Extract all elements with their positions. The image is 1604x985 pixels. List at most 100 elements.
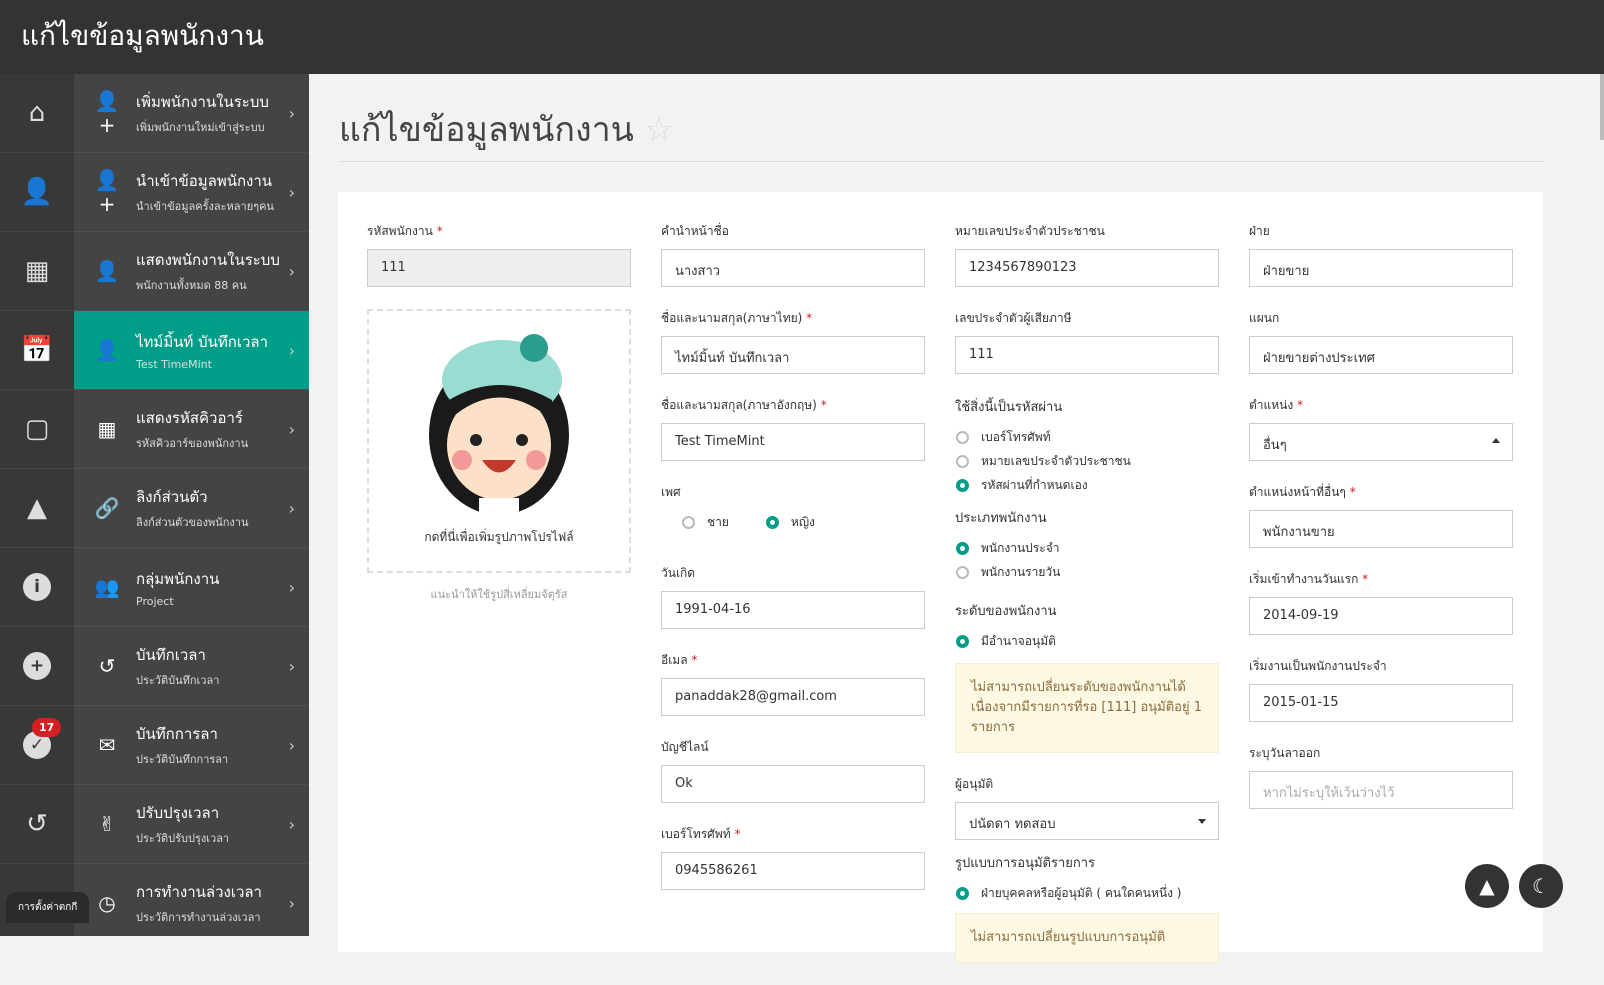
gender-male-radio[interactable]: ชาย xyxy=(681,510,729,534)
permanent-date-input[interactable]: 2015-01-15 xyxy=(1249,684,1513,722)
emp-code-input[interactable]: 111 xyxy=(367,249,631,287)
app-header: แก้ไขข้อมูลพนักงาน xyxy=(0,0,1604,74)
dark-mode-button[interactable]: ☾ xyxy=(1519,864,1563,908)
approve-icon[interactable]: ✓ 17 xyxy=(0,706,74,785)
notification-badge: 17 xyxy=(32,718,62,737)
emp-code-label: รหัสพนักงาน * xyxy=(367,224,443,238)
menu-item-title: การทำงานล่วงเวลา xyxy=(136,883,262,901)
level-approver-radio[interactable]: มีอำนาจอนุมัติ xyxy=(955,629,1219,653)
gender-label: เพศ xyxy=(661,485,681,499)
password-label: ใช้สิ่งนี้เป็นรหัสผ่าน xyxy=(955,400,1063,415)
birthday-input[interactable]: 1991-04-16 xyxy=(661,591,925,629)
menu-item-title: แสดงพนักงานในระบบ xyxy=(136,251,280,269)
start-date-label: เริ่มเข้าทำงานวันแรก * xyxy=(1249,572,1369,586)
line-input[interactable]: Ok xyxy=(661,765,925,803)
settings-tooltip: การตั้งค่าตกกี xyxy=(6,892,90,923)
emp-type-daily-radio[interactable]: พนักงานรายวัน xyxy=(955,560,1219,584)
name-en-input[interactable]: Test TimeMint xyxy=(661,423,925,461)
sidebar-item[interactable]: 👥 กลุ่มพนักงาน Project › xyxy=(74,548,309,627)
menu-item-title: ปรับปรุงเวลา xyxy=(136,804,220,822)
employee-form: รหัสพนักงาน * 111 กดที่นี่เพื่อเพิ่มรูปภ… xyxy=(338,192,1543,963)
chevron-right-icon: › xyxy=(288,498,295,518)
position-other-input[interactable]: พนักงานขาย xyxy=(1249,510,1513,548)
sidebar-item[interactable]: ▦ แสดงรหัสคิวอาร์ รหัสคิวอาร์ของพนักงาน › xyxy=(74,390,309,469)
avatar-illustration xyxy=(429,334,569,520)
menu-item-subtitle: นำเข้าข้อมูลครั้งละหลายๆคน xyxy=(136,200,274,213)
name-th-label: ชื่อและนามสกุล(ภาษาไทย) * xyxy=(661,311,813,325)
position-other-label: ตำแหน่งหน้าที่อื่นๆ * xyxy=(1249,485,1356,499)
position-label: ตำแหน่ง * xyxy=(1249,398,1304,412)
profile-photo-upload[interactable]: กดที่นี่เพื่อเพิ่มรูปภาพโปรไฟล์ xyxy=(367,309,631,573)
menu-item-title: กลุ่มพนักงาน xyxy=(136,569,220,588)
name-th-input[interactable]: ไทม์มิ้นท์ บันทึกเวลา xyxy=(661,336,925,374)
approver-label: ผู้อนุมัติ xyxy=(955,777,994,791)
permanent-date-label: เริ่มงานเป็นพนักงานประจำ xyxy=(1249,659,1387,673)
sidebar-item[interactable]: 👤 ไทม์มิ้นท์ บันทึกเวลา Test TimeMint › xyxy=(74,311,309,390)
menu-item-icon: ◷ xyxy=(98,891,116,915)
sidebar-item[interactable]: ✉ บันทึกการลา ประวัติบันทึกการลา › xyxy=(74,706,309,785)
menu-item-icon: 👤 xyxy=(94,259,120,283)
chevron-right-icon: › xyxy=(288,261,295,281)
sidebar-item[interactable]: ↺ บันทึกเวลา ประวัติบันทึกเวลา › xyxy=(74,627,309,706)
scroll-top-button[interactable]: ▲ xyxy=(1465,864,1509,908)
level-warning: ไม่สามารถเปลี่ยนระดับของพนักงานได้ เนื่อง… xyxy=(955,663,1219,753)
menu-item-title: นำเข้าข้อมูลพนักงาน xyxy=(136,172,273,190)
menu-item-icon: 🔗 xyxy=(94,496,120,520)
department-label: ฝ่าย xyxy=(1249,224,1270,238)
scrollbar[interactable] xyxy=(1600,74,1604,140)
plus-icon[interactable]: + xyxy=(0,627,74,706)
birthday-label: วันเกิด xyxy=(661,566,696,580)
menu-item-subtitle: ลิงก์ส่วนตัวของพนักงาน xyxy=(136,516,249,529)
sidebar-menu: 👤+ เพิ่มพนักงานในระบบ เพิ่มพนักงานใหม่เข้า… xyxy=(74,74,309,936)
home-icon[interactable]: ⌂ xyxy=(0,74,74,153)
position-select[interactable]: อื่นๆ xyxy=(1249,423,1513,461)
prefix-input[interactable]: นางสาว xyxy=(661,249,925,287)
chevron-right-icon: › xyxy=(288,103,295,123)
chevron-right-icon: › xyxy=(288,893,295,913)
menu-item-subtitle: เพิ่มพนักงานใหม่เข้าสู่ระบบ xyxy=(136,121,265,134)
line-label: บัญชีไลน์ xyxy=(661,740,709,754)
star-icon[interactable]: ☆ xyxy=(644,110,674,150)
password-phone-radio[interactable]: เบอร์โทรศัพท์ xyxy=(955,425,1219,449)
user-clock-icon[interactable]: 👤 xyxy=(0,153,74,232)
sidebar-item[interactable]: 🔗 ลิงก์ส่วนตัว ลิงก์ส่วนตัวของพนักงาน › xyxy=(74,469,309,548)
menu-item-subtitle: ประวัติการทำงานล่วงเวลา xyxy=(136,911,261,924)
section-label: แผนก xyxy=(1249,311,1280,325)
start-date-input[interactable]: 2014-09-19 xyxy=(1249,597,1513,635)
menu-item-icon: 👤+ xyxy=(94,168,120,216)
main-content: แก้ไขข้อมูลพนักงาน ☆ รหัสพนักงาน * 111 กด… xyxy=(309,74,1564,963)
chevron-right-icon: › xyxy=(288,656,295,676)
password-custom-radio[interactable]: รหัสผ่านที่กำหนดเอง xyxy=(955,473,1219,497)
name-en-label: ชื่อและนามสกุล(ภาษาอังกฤษ) * xyxy=(661,398,827,412)
menu-item-subtitle: รหัสคิวอาร์ของพนักงาน xyxy=(136,437,249,450)
sidebar-item[interactable]: 👤+ เพิ่มพนักงานในระบบ เพิ่มพนักงานใหม่เข้า… xyxy=(74,74,309,153)
header-title: แก้ไขข้อมูลพนักงาน xyxy=(21,19,264,52)
department-input[interactable]: ฝ่ายขาย xyxy=(1249,249,1513,287)
phone-input[interactable]: 0945586261 xyxy=(661,852,925,890)
sidebar-item[interactable]: 👤 แสดงพนักงานในระบบ พนักงานทั้งหมด 88 คน › xyxy=(74,232,309,311)
sidebar-item[interactable]: ◷ การทำงานล่วงเวลาประวัติการทำงานล่วงเวลา… xyxy=(74,864,309,936)
resign-date-input[interactable]: หากไม่ระบุให้เว้นว่างไว้ xyxy=(1249,771,1513,809)
national-id-input[interactable]: 1234567890123 xyxy=(955,249,1219,287)
sidebar-item[interactable]: 👤+ นำเข้าข้อมูลพนักงานนำเข้าข้อมูลครั้งละ… xyxy=(74,153,309,232)
sidebar-item[interactable]: ✌ ปรับปรุงเวลา ประวัติปรับปรุงเวลา › xyxy=(74,785,309,864)
password-national-id-radio[interactable]: หมายเลขประจำตัวประชาชน xyxy=(955,449,1219,473)
email-input[interactable]: panaddak28@gmail.com xyxy=(661,678,925,716)
note-icon[interactable]: ▢ xyxy=(0,390,74,469)
tax-id-input[interactable]: 111 xyxy=(955,336,1219,374)
menu-item-icon: ✉ xyxy=(98,733,116,757)
approver-select[interactable]: ปนัดดา ทดสอบ xyxy=(955,802,1219,840)
chevron-right-icon: › xyxy=(288,182,295,202)
gender-female-radio[interactable]: หญิง xyxy=(765,510,815,534)
info-icon[interactable]: i xyxy=(0,548,74,627)
tax-id-label: เลขประจำตัวผู้เสียภาษี xyxy=(955,311,1072,325)
section-input[interactable]: ฝ่ายขายต่างประเทศ xyxy=(1249,336,1513,374)
chevron-right-icon: › xyxy=(288,340,295,360)
shapes-icon[interactable]: ▲ xyxy=(0,469,74,548)
history-icon[interactable]: ↺ xyxy=(0,785,74,864)
approval-type-radio[interactable]: ฝ่ายบุคคลหรือผู้อนุมัติ ( คนใดคนหนึ่ง ) xyxy=(955,881,1219,905)
table-icon[interactable]: ▦ xyxy=(0,232,74,311)
calendar-icon[interactable]: 📅 xyxy=(0,311,74,390)
emp-type-permanent-radio[interactable]: พนักงานประจำ xyxy=(955,536,1219,560)
menu-item-title: บันทึกเวลา xyxy=(136,646,206,664)
